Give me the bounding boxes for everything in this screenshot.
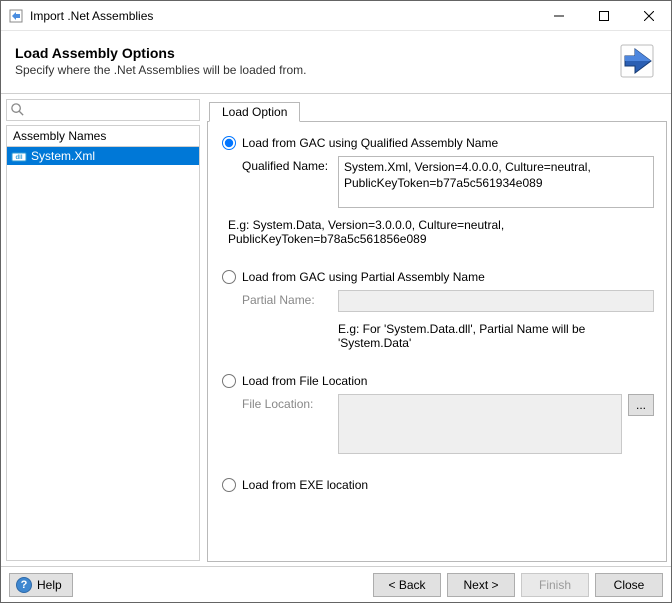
radio-partial[interactable] — [222, 270, 236, 284]
radio-file[interactable] — [222, 374, 236, 388]
browse-button[interactable]: ... — [628, 394, 654, 416]
assembly-list-panel: Assembly Names dll System.Xml — [6, 125, 200, 561]
partial-example: E.g: For 'System.Data.dll', Partial Name… — [338, 322, 654, 350]
assembly-list[interactable]: dll System.Xml — [7, 147, 199, 560]
footer-bar: ? Help < Back Next > Finish Close — [1, 566, 671, 602]
titlebar: Import .Net Assemblies — [1, 1, 671, 31]
maximize-button[interactable] — [581, 1, 626, 30]
radio-file-label[interactable]: Load from File Location — [242, 374, 367, 388]
assembly-list-header: Assembly Names — [7, 126, 199, 147]
file-location-label: File Location: — [242, 394, 332, 411]
option-file: Load from File Location File Location: .… — [222, 374, 654, 454]
minimize-button[interactable] — [536, 1, 581, 30]
right-panel: Load Option Load from GAC using Qualifie… — [205, 94, 671, 566]
back-button[interactable]: < Back — [373, 573, 441, 597]
help-icon: ? — [16, 577, 32, 593]
import-arrow-icon — [617, 41, 657, 81]
help-button[interactable]: ? Help — [9, 573, 73, 597]
radio-exe-label[interactable]: Load from EXE location — [242, 478, 368, 492]
option-exe: Load from EXE location — [222, 478, 654, 492]
assembly-item-system-xml[interactable]: dll System.Xml — [7, 147, 199, 165]
dialog-window: Import .Net Assemblies Load Assembly Opt… — [0, 0, 672, 603]
svg-text:dll: dll — [16, 155, 23, 161]
assembly-item-label: System.Xml — [31, 149, 95, 163]
tab-strip: Load Option — [207, 100, 667, 122]
close-button[interactable]: Close — [595, 573, 663, 597]
qualified-name-input[interactable] — [338, 156, 654, 208]
header-banner: Load Assembly Options Specify where the … — [1, 31, 671, 94]
tab-load-option[interactable]: Load Option — [209, 102, 300, 122]
radio-exe[interactable] — [222, 478, 236, 492]
option-partial: Load from GAC using Partial Assembly Nam… — [222, 270, 654, 350]
left-panel: Assembly Names dll System.Xml — [1, 94, 205, 566]
close-window-button[interactable] — [626, 1, 671, 30]
main-area: Assembly Names dll System.Xml Load Optio… — [1, 94, 671, 566]
radio-qualified-label[interactable]: Load from GAC using Qualified Assembly N… — [242, 136, 498, 150]
window-title: Import .Net Assemblies — [30, 9, 153, 23]
partial-name-input — [338, 290, 654, 312]
app-icon — [8, 8, 24, 24]
help-button-label: Help — [37, 578, 62, 592]
search-input[interactable] — [27, 102, 199, 118]
partial-name-label: Partial Name: — [242, 290, 332, 307]
qualified-example: E.g: System.Data, Version=3.0.0.0, Cultu… — [228, 218, 654, 246]
qualified-name-label: Qualified Name: — [242, 156, 332, 173]
radio-partial-label[interactable]: Load from GAC using Partial Assembly Nam… — [242, 270, 485, 284]
radio-qualified[interactable] — [222, 136, 236, 150]
search-box[interactable] — [6, 99, 200, 121]
next-button[interactable]: Next > — [447, 573, 515, 597]
page-title: Load Assembly Options — [15, 45, 617, 61]
finish-button: Finish — [521, 573, 589, 597]
page-subtitle: Specify where the .Net Assemblies will b… — [15, 63, 617, 77]
option-qualified: Load from GAC using Qualified Assembly N… — [222, 136, 654, 246]
search-icon — [10, 102, 25, 117]
file-location-input — [338, 394, 622, 454]
assembly-icon: dll — [11, 148, 27, 164]
tab-content: Load from GAC using Qualified Assembly N… — [207, 122, 667, 562]
